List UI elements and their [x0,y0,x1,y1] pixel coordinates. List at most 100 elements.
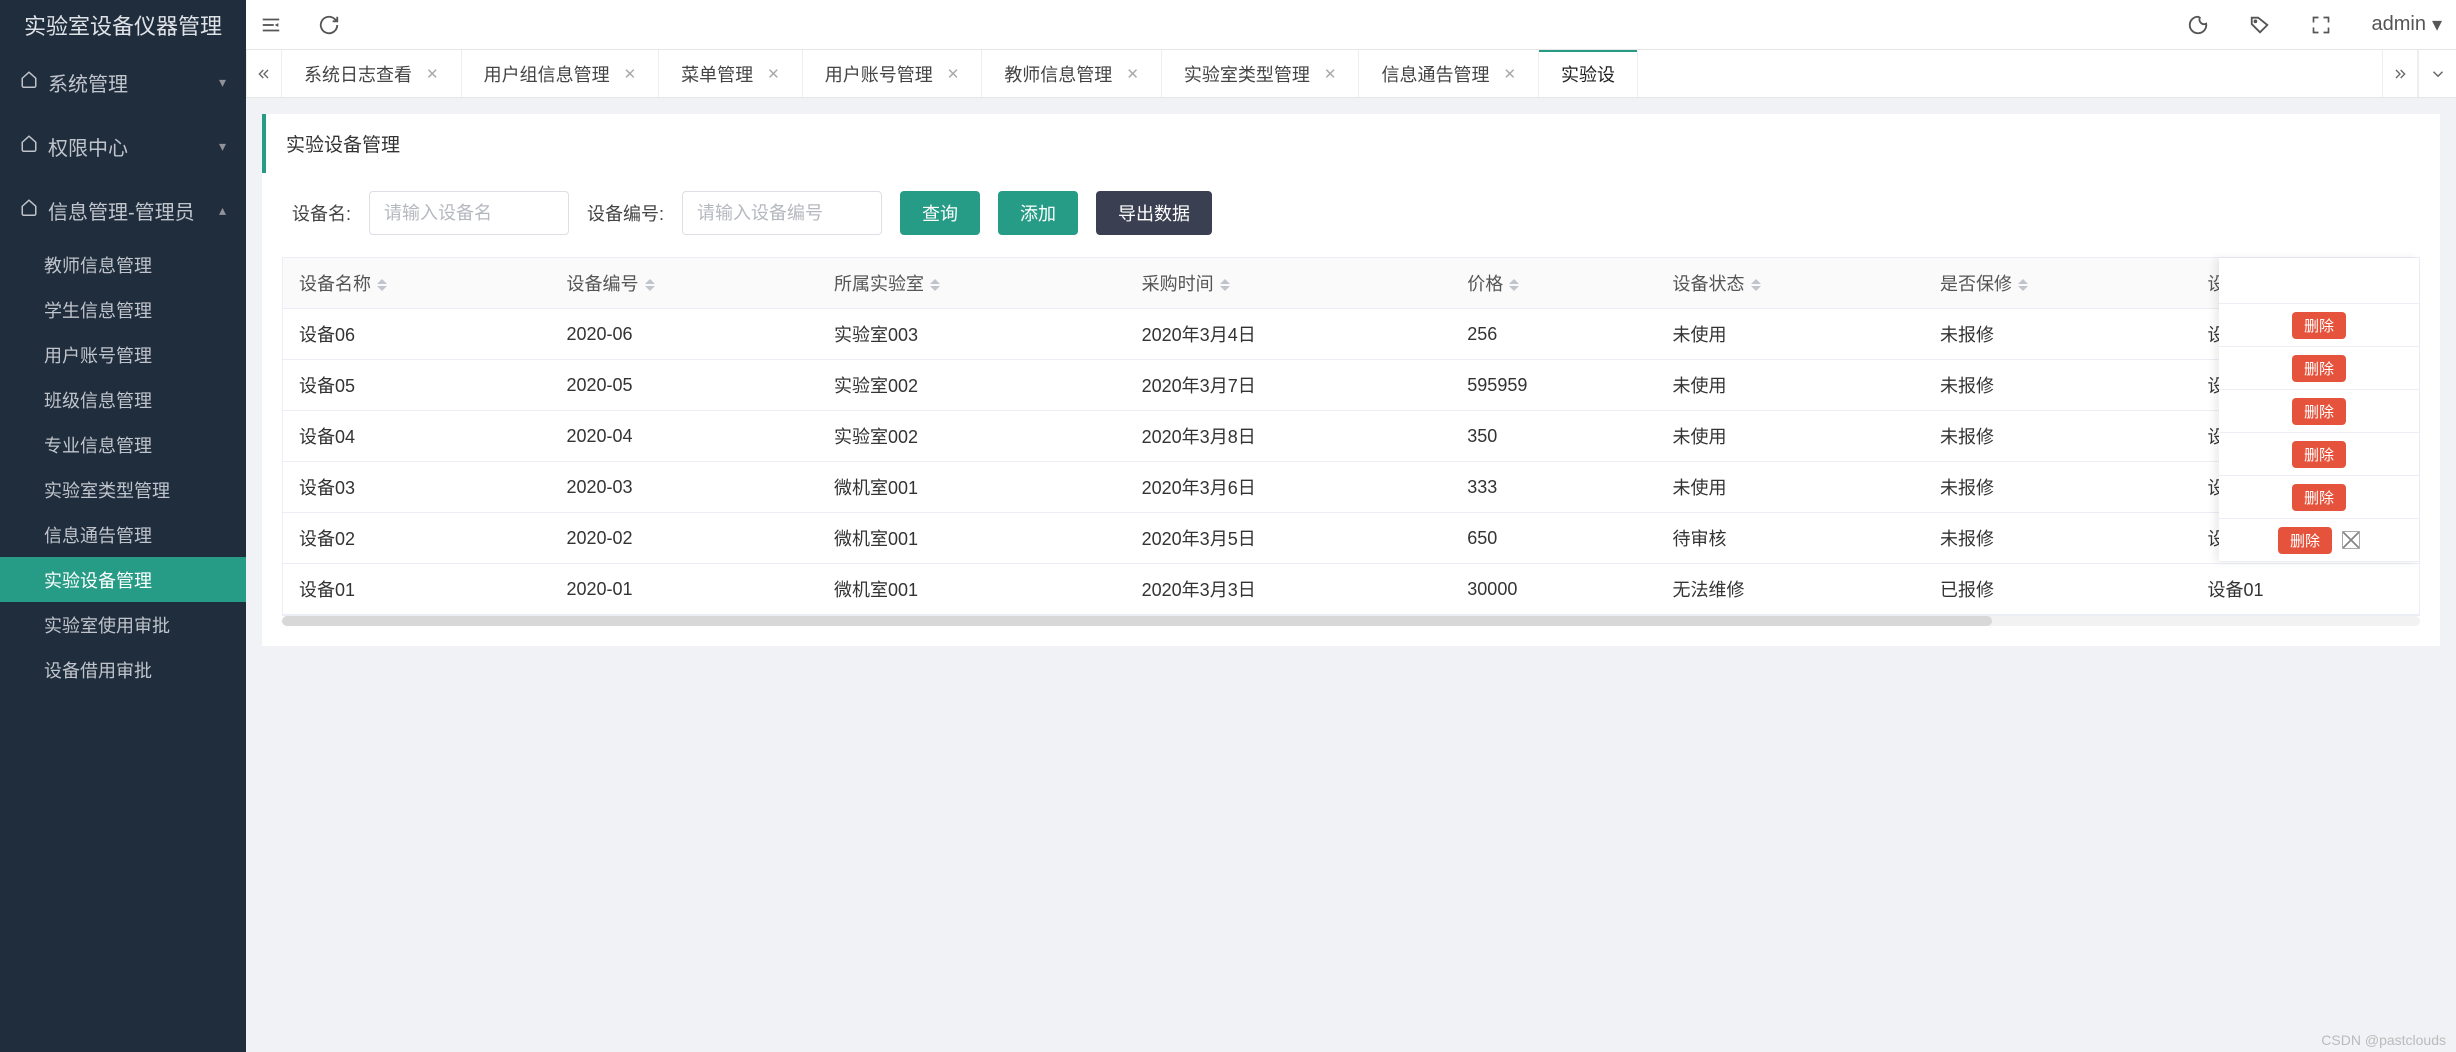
table-cell: 未使用 [1657,360,1925,411]
action-cell: 删除 [2219,390,2419,433]
close-icon[interactable]: ✕ [426,65,439,83]
delete-button[interactable]: 删除 [2292,441,2346,468]
table-cell: 无法维修 [1657,564,1925,615]
tabs-more-icon[interactable] [2418,50,2456,97]
chevron-down-icon: ▾ [219,74,226,91]
delete-button[interactable]: 删除 [2292,312,2346,339]
sidebar: 实验室设备仪器管理 系统管理 ▾ 权限中心 ▾ 信息管理-管理员 [0,0,246,1052]
sidebar-item[interactable]: 实验室类型管理 [0,467,246,512]
table-cell: 实验室002 [818,360,1126,411]
column-header[interactable]: 价格 [1451,258,1656,309]
close-icon[interactable]: ✕ [1126,65,1139,83]
sort-icon[interactable] [645,279,655,291]
query-button[interactable]: 查询 [900,191,980,235]
column-header[interactable]: 是否保修 [1924,258,2192,309]
delete-button[interactable]: 删除 [2292,484,2346,511]
tab-label: 信息通告管理 [1381,61,1489,87]
sort-icon[interactable] [377,279,387,291]
tag-icon[interactable] [2249,14,2271,36]
sidebar-item[interactable]: 用户账号管理 [0,332,246,377]
tab[interactable]: 用户组信息管理 ✕ [462,50,660,97]
delete-button[interactable]: 删除 [2292,355,2346,382]
sort-icon[interactable] [1509,279,1519,291]
tab-label: 实验室类型管理 [1184,61,1310,87]
sidebar-item[interactable]: 信息通告管理 [0,512,246,557]
device-code-input[interactable] [682,191,882,235]
sidebar-item[interactable]: 班级信息管理 [0,377,246,422]
theme-icon[interactable] [2187,14,2209,36]
tab[interactable]: 用户账号管理✕ [803,50,983,97]
tabs-scroll-right[interactable] [2382,50,2418,97]
table-cell: 未报修 [1924,360,2192,411]
table-cell: 设备03 [283,462,551,513]
device-name-label: 设备名: [292,200,351,226]
tab[interactable]: 教师信息管理✕ [982,50,1162,97]
export-button[interactable]: 导出数据 [1096,191,1212,235]
collapse-sidebar-icon[interactable] [260,14,282,36]
tab[interactable]: 实验设 [1539,50,1638,97]
sidebar-group-system[interactable]: 系统管理 ▾ [0,50,246,114]
sidebar-item[interactable]: 学生信息管理 [0,287,246,332]
refresh-icon[interactable] [318,14,340,36]
column-header[interactable]: 设备名称 [283,258,551,309]
table-cell: 未使用 [1657,411,1925,462]
column-header[interactable]: 设备编号 [551,258,819,309]
close-icon[interactable]: ✕ [1503,65,1516,83]
tab[interactable]: 实验室类型管理 ✕ [1162,50,1360,97]
close-icon[interactable]: ✕ [1324,65,1337,83]
device-table: 设备名称设备编号所属实验室采购时间价格设备状态是否保修设备描 设备062020-… [283,258,2419,615]
column-header[interactable]: 设备状态 [1657,258,1925,309]
panel: 实验设备管理 设备名: 设备编号: 查询 添加 导出数据 设备名称设备编号所属实… [262,114,2440,646]
column-header[interactable]: 所属实验室 [818,258,1126,309]
sidebar-item[interactable]: 实验设备管理 [0,557,246,602]
user-menu[interactable]: admin ▾ [2371,12,2442,37]
table-cell: 256 [1451,309,1656,360]
device-name-input[interactable] [369,191,569,235]
table-cell: 微机室001 [818,513,1126,564]
sidebar-group-info[interactable]: 信息管理-管理员 ▴ [0,178,246,242]
delete-button[interactable]: 删除 [2278,527,2332,554]
sort-icon[interactable] [1220,279,1230,291]
table-cell: 2020年3月7日 [1126,360,1452,411]
table-row: 设备022020-02微机室0012020年3月5日650待审核未报修设备02 [283,513,2419,564]
table-cell: 设备06 [283,309,551,360]
table-cell: 595959 [1451,360,1656,411]
table-cell: 333 [1451,462,1656,513]
table-cell: 微机室001 [818,462,1126,513]
delete-button[interactable]: 删除 [2292,398,2346,425]
table-row: 设备012020-01微机室0012020年3月3日30000无法维修已报修设备… [283,564,2419,615]
device-code-label: 设备编号: [587,200,664,226]
table-row: 设备032020-03微机室0012020年3月6日333未使用未报修设备03 [283,462,2419,513]
close-icon[interactable]: ✕ [947,65,960,83]
tab[interactable]: 系统日志查看✕ [282,50,462,97]
sidebar-item[interactable]: 实验室使用审批 [0,602,246,647]
sidebar-item[interactable]: 设备借用审批 [0,647,246,692]
page-title: 实验设备管理 [262,114,2440,173]
table-cell: 未报修 [1924,513,2192,564]
sidebar-item[interactable]: 专业信息管理 [0,422,246,467]
sidebar-group-auth[interactable]: 权限中心 ▾ [0,114,246,178]
table-cell: 设备04 [283,411,551,462]
scrollbar-thumb[interactable] [282,616,1992,626]
add-button[interactable]: 添加 [998,191,1078,235]
sidebar-item[interactable]: 教师信息管理 [0,242,246,287]
tab[interactable]: 菜单管理✕ [659,50,803,97]
action-cell: 删除 [2219,304,2419,347]
close-icon[interactable]: ✕ [624,65,637,83]
fullscreen-icon[interactable] [2311,15,2331,35]
tab[interactable]: 信息通告管理 ✕ [1359,50,1539,97]
table-cell: 2020-02 [551,513,819,564]
sort-icon[interactable] [2018,279,2028,291]
close-icon[interactable]: ✕ [767,65,780,83]
table-cell: 设备01 [2192,564,2419,615]
sort-icon[interactable] [930,279,940,291]
fixed-action-column: 删除删除删除删除删除删除 [2219,258,2419,562]
tabs-scroll-left[interactable] [246,50,282,97]
tab-label: 用户组信息管理 [484,61,610,87]
horizontal-scrollbar[interactable] [282,616,2420,626]
sort-icon[interactable] [1751,279,1761,291]
table-cell: 2020年3月5日 [1126,513,1452,564]
tab-label: 实验设 [1561,61,1615,87]
column-header[interactable]: 采购时间 [1126,258,1452,309]
table-cell: 设备01 [283,564,551,615]
